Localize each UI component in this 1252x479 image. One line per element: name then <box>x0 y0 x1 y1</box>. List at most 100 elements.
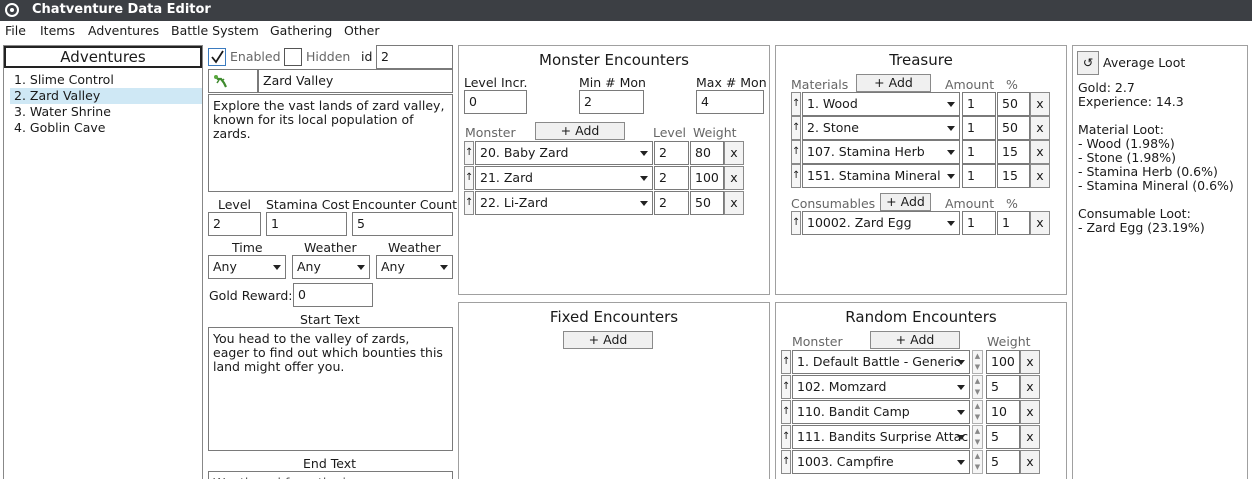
monster-level-field[interactable]: 2 <box>654 191 689 215</box>
add-monster-button[interactable]: + Add <box>535 122 625 140</box>
material-select[interactable]: 1. Wood <box>802 92 960 116</box>
adventure-name-field[interactable]: Zard Valley <box>258 69 453 93</box>
menu-gathering[interactable]: Gathering <box>270 23 332 38</box>
weather-select[interactable]: Any <box>376 255 453 279</box>
menu-items[interactable]: Items <box>40 23 75 38</box>
monster-select[interactable]: 20. Baby Zard <box>475 141 653 165</box>
menu-other[interactable]: Other <box>344 23 380 38</box>
move-up-button[interactable]: ↑ <box>791 164 801 188</box>
monster-weight-field[interactable]: 100 <box>690 166 724 190</box>
move-up-button[interactable]: ↑ <box>791 92 801 116</box>
monster-level-field[interactable]: 2 <box>654 166 689 190</box>
move-up-button[interactable]: ↑ <box>464 141 474 165</box>
icon-picker[interactable] <box>208 69 258 93</box>
max-mon-field[interactable]: 4 <box>696 90 764 114</box>
monster-select[interactable]: 22. Li-Zard <box>475 191 653 215</box>
move-up-button[interactable]: ↑ <box>791 140 801 164</box>
percent-field[interactable]: 1 <box>997 211 1030 235</box>
list-item[interactable]: 3. Water Shrine <box>10 104 202 120</box>
remove-button[interactable]: x <box>1030 140 1050 164</box>
id-field[interactable]: 2 <box>376 45 453 69</box>
remove-button[interactable]: x <box>1020 425 1040 449</box>
remove-button[interactable]: x <box>1020 450 1040 474</box>
encounter-weight-field[interactable]: 10 <box>986 400 1020 424</box>
remove-button[interactable]: x <box>1020 400 1040 424</box>
amount-field[interactable]: 1 <box>962 211 996 235</box>
encounter-count-field[interactable]: 5 <box>352 212 453 236</box>
remove-button[interactable]: x <box>1030 116 1050 140</box>
remove-button[interactable]: x <box>1020 350 1040 374</box>
amount-field[interactable]: 1 <box>962 116 996 140</box>
end-text-textarea[interactable]: Weathered from the journey... <box>208 471 453 479</box>
remove-button[interactable]: x <box>724 191 744 215</box>
menu-file[interactable]: File <box>5 23 26 38</box>
reorder-spinner[interactable]: ▲ ▼ <box>972 350 983 374</box>
list-item[interactable]: 4. Goblin Cave <box>10 120 202 136</box>
percent-field[interactable]: 15 <box>997 140 1030 164</box>
add-consumable-button[interactable]: + Add <box>880 193 931 211</box>
refresh-icon[interactable]: ↺ <box>1077 51 1099 75</box>
percent-field[interactable]: 50 <box>997 116 1030 140</box>
remove-button[interactable]: x <box>1020 375 1040 399</box>
reorder-spinner[interactable]: ▲ ▼ <box>972 375 983 399</box>
weather-select[interactable]: Any <box>292 255 370 279</box>
monster-level-field[interactable]: 2 <box>654 141 689 165</box>
material-select[interactable]: 151. Stamina Mineral <box>802 164 960 188</box>
amount-field[interactable]: 1 <box>962 140 996 164</box>
encounter-weight-field[interactable]: 5 <box>986 375 1020 399</box>
level-incr-field[interactable]: 0 <box>464 90 527 114</box>
consumable-select[interactable]: 10002. Zard Egg <box>802 211 960 235</box>
move-up-button[interactable]: ↑ <box>464 166 474 190</box>
remove-button[interactable]: x <box>724 141 744 165</box>
move-up-button[interactable]: ↑ <box>791 116 801 140</box>
encounter-weight-field[interactable]: 100 <box>986 350 1020 374</box>
amount-field[interactable]: 1 <box>962 164 996 188</box>
move-up-button[interactable]: ↑ <box>781 375 791 399</box>
encounter-weight-field[interactable]: 5 <box>986 425 1020 449</box>
move-up-button[interactable]: ↑ <box>781 400 791 424</box>
enabled-checkbox[interactable] <box>208 48 226 66</box>
encounter-select[interactable]: 102. Momzard <box>792 375 970 399</box>
start-text-textarea[interactable]: You head to the valley of zards, eager t… <box>208 327 453 451</box>
percent-field[interactable]: 15 <box>997 164 1030 188</box>
min-mon-field[interactable]: 2 <box>579 90 644 114</box>
add-fixed-encounter-button[interactable]: + Add <box>563 331 653 349</box>
move-up-button[interactable]: ↑ <box>791 211 801 235</box>
level-field[interactable]: 2 <box>208 212 261 236</box>
move-up-button[interactable]: ↑ <box>781 425 791 449</box>
encounter-select[interactable]: 111. Bandits Surprise Attack <box>792 425 970 449</box>
time-select[interactable]: Any <box>208 255 286 279</box>
percent-field[interactable]: 50 <box>997 92 1030 116</box>
hidden-checkbox[interactable] <box>284 48 302 66</box>
encounter-select[interactable]: 1. Default Battle - Generic <box>792 350 970 374</box>
move-up-button[interactable]: ↑ <box>781 350 791 374</box>
reorder-spinner[interactable]: ▲ ▼ <box>972 400 983 424</box>
material-select[interactable]: 2. Stone <box>802 116 960 140</box>
move-up-button[interactable]: ↑ <box>464 191 474 215</box>
encounter-weight-field[interactable]: 5 <box>986 450 1020 474</box>
gold-reward-field[interactable]: 0 <box>293 283 373 307</box>
add-random-encounter-button[interactable]: + Add <box>870 331 960 349</box>
list-item[interactable]: 1. Slime Control <box>10 72 202 88</box>
remove-button[interactable]: x <box>1030 92 1050 116</box>
move-up-button[interactable]: ↑ <box>781 450 791 474</box>
list-item-selected[interactable]: 2. Zard Valley <box>10 88 202 104</box>
amount-field[interactable]: 1 <box>962 92 996 116</box>
remove-button[interactable]: x <box>1030 164 1050 188</box>
reorder-spinner[interactable]: ▲ ▼ <box>972 425 983 449</box>
chevron-down-icon <box>947 174 955 179</box>
stamina-cost-field[interactable]: 1 <box>266 212 347 236</box>
remove-button[interactable]: x <box>1030 211 1050 235</box>
monster-weight-field[interactable]: 80 <box>690 141 724 165</box>
encounter-select[interactable]: 110. Bandit Camp <box>792 400 970 424</box>
monster-select[interactable]: 21. Zard <box>475 166 653 190</box>
encounter-select[interactable]: 1003. Campfire <box>792 450 970 474</box>
material-select[interactable]: 107. Stamina Herb <box>802 140 960 164</box>
monster-weight-field[interactable]: 50 <box>690 191 724 215</box>
reorder-spinner[interactable]: ▲ ▼ <box>972 450 983 474</box>
menu-adventures[interactable]: Adventures <box>88 23 159 38</box>
description-textarea[interactable]: Explore the vast lands of zard valley, k… <box>208 94 453 192</box>
menu-battle-system[interactable]: Battle System <box>171 23 259 38</box>
add-material-button[interactable]: + Add <box>856 74 931 92</box>
remove-button[interactable]: x <box>724 166 744 190</box>
